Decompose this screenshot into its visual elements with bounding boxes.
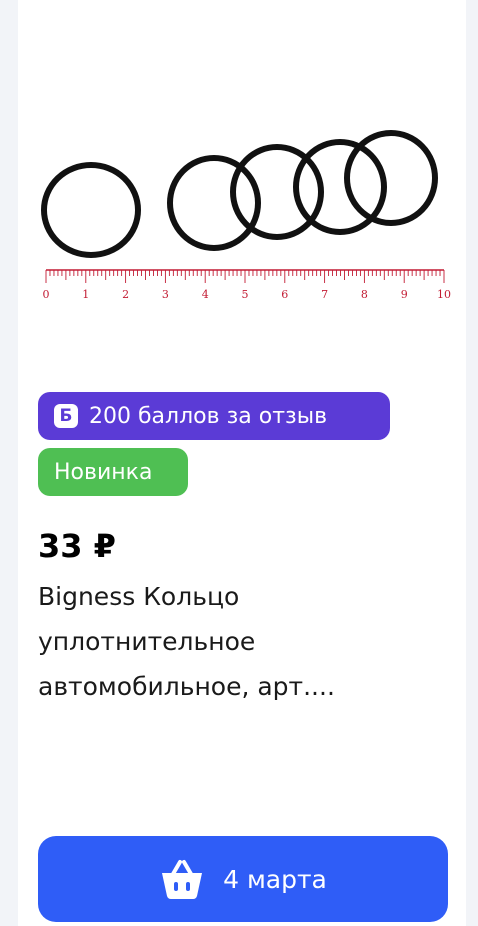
product-image[interactable]: 0 1 2 3 4 5 6 7 8 9 10	[18, 0, 466, 380]
ruler-label: 0	[43, 288, 50, 301]
ruler-label: 9	[401, 288, 408, 301]
product-price: 33 ₽	[38, 527, 116, 565]
product-title-line: автомобильное, арт....	[38, 672, 335, 701]
new-badge-label: Новинка	[54, 459, 153, 485]
product-title-line: Bigness Кольцо	[38, 582, 240, 611]
add-to-cart-button[interactable]: 4 марта	[38, 836, 448, 922]
points-icon: Б	[54, 404, 78, 428]
ruler-label: 6	[281, 288, 288, 301]
ruler-label: 5	[242, 288, 249, 301]
delivery-date-label: 4 марта	[223, 864, 327, 894]
product-title-line: уплотнительное	[38, 627, 256, 656]
points-icon-letter: Б	[59, 405, 73, 426]
review-points-badge: Б 200 баллов за отзыв	[38, 392, 390, 440]
ruler: 0 1 2 3 4 5 6 7 8 9 10	[43, 269, 451, 301]
product-card[interactable]: 0 1 2 3 4 5 6 7 8 9 10 Б 200 баллов за отзыв Новин…	[18, 0, 466, 926]
basket-icon	[162, 860, 203, 899]
ruler-label: 3	[162, 288, 169, 301]
new-badge: Новинка	[38, 448, 188, 496]
ruler-label: 8	[361, 288, 368, 301]
ruler-label: 7	[321, 288, 328, 301]
ruler-label: 1	[82, 288, 89, 301]
product-title[interactable]: Bigness Кольцо уплотнительное автомобиль…	[38, 574, 438, 709]
ruler-label: 4	[202, 288, 209, 301]
ruler-label: 2	[122, 288, 129, 301]
points-badge-label: 200 баллов за отзыв	[89, 403, 328, 429]
ruler-label: 10	[437, 288, 451, 301]
o-rings	[41, 130, 438, 258]
